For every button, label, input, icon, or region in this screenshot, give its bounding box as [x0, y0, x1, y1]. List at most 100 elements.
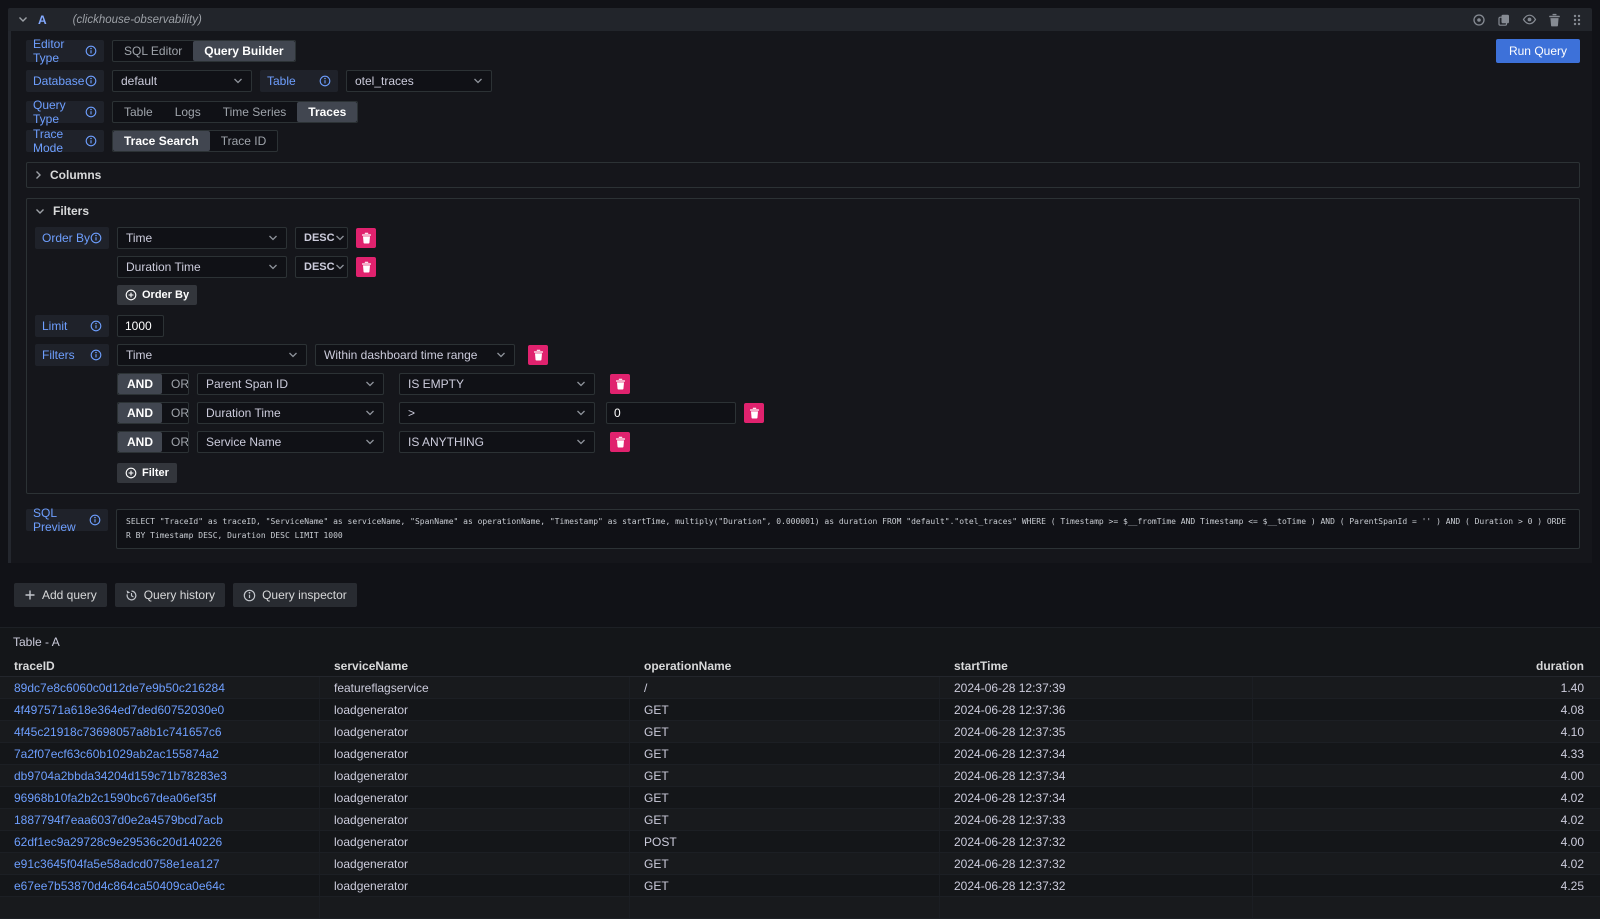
info-icon[interactable]: [90, 320, 102, 332]
info-icon[interactable]: [85, 106, 97, 118]
collapse-chevron-down-icon[interactable]: [18, 16, 28, 23]
trace-id-link[interactable]: 62df1ec9a29728c9e29536c20d140226: [0, 831, 320, 852]
info-icon[interactable]: [85, 45, 97, 57]
sql-preview-text: SELECT "TraceId" as traceID, "ServiceNam…: [116, 509, 1580, 549]
column-header-traceid[interactable]: traceID: [0, 655, 320, 676]
table-row: 89dc7e8c6060c0d12de7e9b50c216284 feature…: [0, 677, 1600, 699]
drag-handle-icon[interactable]: [1572, 13, 1582, 27]
trash-icon: [533, 349, 544, 361]
run-query-button[interactable]: Run Query: [1496, 39, 1580, 63]
add-filter-button[interactable]: Filter: [117, 463, 177, 483]
info-icon[interactable]: [90, 232, 102, 244]
filter-field-select[interactable]: Time: [117, 344, 307, 366]
trace-id-link[interactable]: [0, 897, 320, 918]
query-type-option-traces[interactable]: Traces: [297, 102, 357, 122]
filter-operator-select[interactable]: >: [399, 402, 595, 424]
trash-icon[interactable]: [1548, 13, 1561, 27]
query-type-option-logs[interactable]: Logs: [164, 102, 212, 122]
table-row: db9704a2bbda34204d159c71b78283e3 loadgen…: [0, 765, 1600, 787]
info-icon[interactable]: [85, 135, 97, 147]
columns-section: Columns: [26, 162, 1580, 188]
filter-operator-select[interactable]: IS EMPTY: [399, 373, 595, 395]
chevron-right-icon: [35, 170, 42, 180]
query-type-group: Table Logs Time Series Traces: [112, 101, 358, 123]
query-type-option-table[interactable]: Table: [113, 102, 164, 122]
trace-id-link[interactable]: 7a2f07ecf63c60b1029ab2ac155874a2: [0, 743, 320, 764]
query-history-button[interactable]: Query history: [115, 583, 225, 607]
plus-circle-icon: [125, 467, 137, 479]
filters-section-header[interactable]: Filters: [35, 199, 1571, 223]
eye-icon[interactable]: [1522, 12, 1537, 27]
order-by-field-select[interactable]: Time: [117, 227, 287, 249]
filter-value-input[interactable]: 0: [606, 402, 736, 424]
duplicate-icon[interactable]: [1497, 13, 1511, 27]
trace-mode-option-trace-id[interactable]: Trace ID: [210, 131, 278, 151]
panel-title[interactable]: Table - A: [0, 628, 1600, 655]
trace-id-link[interactable]: e67ee7b53870d4c864ca50409ca0e64c: [0, 875, 320, 896]
query-type-option-time-series[interactable]: Time Series: [212, 102, 298, 122]
column-header-duration[interactable]: duration: [1253, 655, 1600, 676]
or-option[interactable]: OR: [162, 432, 189, 452]
remove-filter-button[interactable]: [744, 403, 764, 423]
order-by-field-select[interactable]: Duration Time: [117, 256, 287, 278]
remove-order-by-button[interactable]: [356, 228, 376, 248]
info-icon[interactable]: [319, 75, 331, 87]
info-icon[interactable]: [89, 514, 101, 526]
chevron-down-icon: [473, 78, 483, 84]
order-by-direction-select[interactable]: DESC: [295, 256, 348, 278]
trace-mode-option-trace-search[interactable]: Trace Search: [113, 131, 210, 151]
trace-id-link[interactable]: 1887794f7eaa6037d0e2a4579bcd7acb: [0, 809, 320, 830]
sql-preview-label: SQL Preview: [26, 509, 108, 531]
column-header-starttime[interactable]: startTime: [940, 655, 1253, 676]
table-label: Table: [260, 70, 338, 92]
trace-id-link[interactable]: 89dc7e8c6060c0d12de7e9b50c216284: [0, 677, 320, 698]
remove-filter-button[interactable]: [610, 374, 630, 394]
and-option[interactable]: AND: [118, 403, 162, 423]
editor-type-option-sql-editor[interactable]: SQL Editor: [113, 41, 193, 61]
and-option[interactable]: AND: [118, 432, 162, 452]
query-inspector-button[interactable]: Query inspector: [233, 583, 357, 607]
add-query-button[interactable]: Add query: [14, 583, 107, 607]
query-type-label: Query Type: [26, 101, 104, 123]
limit-input[interactable]: 1000: [117, 315, 164, 337]
database-select[interactable]: default: [112, 70, 252, 92]
trace-id-link[interactable]: 4f45c21918c73698057a8b1c741657c6: [0, 721, 320, 742]
info-icon[interactable]: [85, 75, 97, 87]
filter-field-select[interactable]: Parent Span ID: [197, 373, 384, 395]
order-by-direction-select[interactable]: DESC: [295, 227, 348, 249]
chevron-down-icon: [268, 264, 278, 270]
chevron-down-icon: [365, 439, 375, 445]
column-header-operationname[interactable]: operationName: [630, 655, 940, 676]
add-order-by-button[interactable]: Order By: [117, 285, 197, 305]
trace-id-link[interactable]: 4f497571a618e364ed7ded60752030e0: [0, 699, 320, 720]
table-row: 96968b10fa2b2c1590bc67dea06ef35f loadgen…: [0, 787, 1600, 809]
editor-type-option-query-builder[interactable]: Query Builder: [193, 41, 294, 61]
chevron-down-icon: [365, 381, 375, 387]
and-option[interactable]: AND: [118, 374, 162, 394]
info-icon[interactable]: [90, 349, 102, 361]
filter-operator-select[interactable]: Within dashboard time range: [315, 344, 515, 366]
remove-filter-button[interactable]: [610, 432, 630, 452]
query-row-header[interactable]: A (clickhouse-observability): [8, 8, 1592, 31]
table-select[interactable]: otel_traces: [346, 70, 492, 92]
plus-icon: [24, 589, 36, 601]
filter-field-select[interactable]: Service Name: [197, 431, 384, 453]
chevron-down-icon: [35, 208, 45, 215]
trash-icon: [361, 232, 372, 244]
trace-id-link[interactable]: e91c3645f04fa5e58adcd0758e1ea127: [0, 853, 320, 874]
filter-operator-select[interactable]: IS ANYTHING: [399, 431, 595, 453]
column-header-servicename[interactable]: serviceName: [320, 655, 630, 676]
filter-field-select[interactable]: Duration Time: [197, 402, 384, 424]
record-icon[interactable]: [1472, 13, 1486, 27]
trace-id-link[interactable]: db9704a2bbda34204d159c71b78283e3: [0, 765, 320, 786]
query-actions: [1472, 12, 1582, 27]
columns-section-header[interactable]: Columns: [35, 163, 1571, 187]
or-option[interactable]: OR: [162, 374, 189, 394]
or-option[interactable]: OR: [162, 403, 189, 423]
trace-id-link[interactable]: 96968b10fa2b2c1590bc67dea06ef35f: [0, 787, 320, 808]
trash-icon: [615, 378, 626, 390]
remove-filter-button[interactable]: [528, 345, 548, 365]
bool-operator-group: AND OR: [117, 373, 189, 395]
table-row: 1887794f7eaa6037d0e2a4579bcd7acb loadgen…: [0, 809, 1600, 831]
remove-order-by-button[interactable]: [356, 257, 376, 277]
